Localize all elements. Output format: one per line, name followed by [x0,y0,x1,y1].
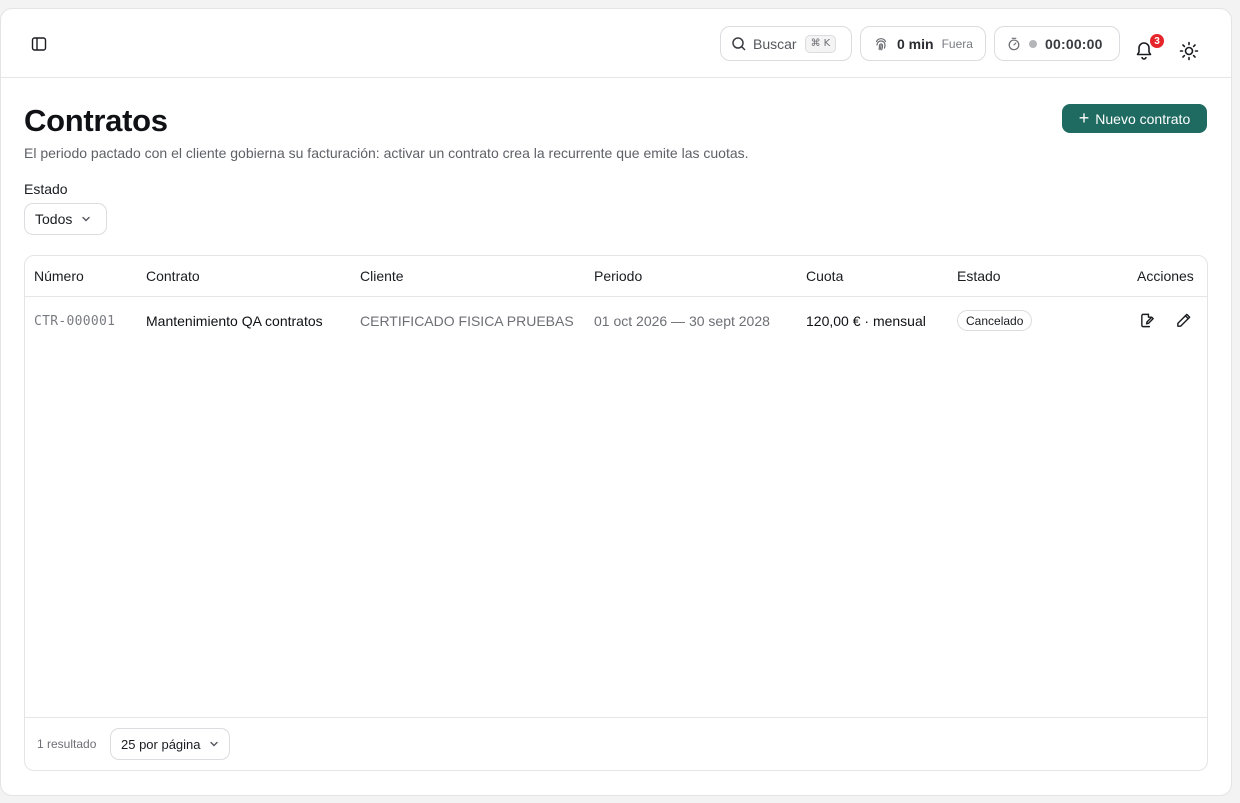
contracts-table: Número Contrato Cliente Periodo Cuota Es… [24,255,1208,771]
shortcut-key: K [823,38,831,49]
notification-count-badge: 3 [1149,33,1165,49]
column-header-cliente[interactable]: Cliente [360,268,404,284]
chevron-down-icon [209,741,218,747]
search-icon [732,36,746,51]
search-label: Buscar [753,35,797,52]
column-header-acciones: Acciones [1137,268,1194,284]
view-document-icon [1141,313,1154,328]
fingerprint-icon [875,37,887,50]
column-header-estado[interactable]: Estado [957,268,1001,284]
plus-icon: + [1078,108,1090,128]
result-count: 1 resultado [37,737,97,751]
pencil-icon [1177,313,1191,327]
table-row[interactable]: CTR-000001 Mantenimiento QA contratos CE… [25,297,1207,345]
column-header-cuota[interactable]: Cuota [806,268,843,284]
page-size-select[interactable]: 25 por página [110,728,230,760]
theme-toggle-button[interactable] [1179,41,1201,63]
command-key-icon: ⌘ [810,38,821,49]
timer-value: 00:00:00 [1045,35,1103,52]
page-title: Contratos [24,103,168,138]
app-window: Buscar ⌘ K 0 min Fuera 00:00:00 3 Contra… [0,8,1232,796]
new-contract-button[interactable]: + Nuevo contrato [1062,104,1207,133]
page-subtitle: El periodo pactado con el cliente gobier… [24,145,749,161]
edit-contract-button[interactable] [1175,312,1193,330]
topbar: Buscar ⌘ K 0 min Fuera 00:00:00 3 [1,9,1231,78]
presence-status: Fuera [941,36,973,51]
status-filter-label: Estado [24,181,68,197]
new-contract-label: Nuevo contrato [1095,110,1191,127]
contract-period: 01 oct 2026 — 30 sept 2028 [594,313,770,329]
search-button[interactable]: Buscar ⌘ K [720,26,852,61]
status-badge: Cancelado [957,310,1033,331]
table-header: Número Contrato Cliente Periodo Cuota Es… [25,256,1207,297]
page-size-value: 25 por página [121,736,201,752]
view-contract-button[interactable] [1139,312,1157,330]
column-header-contrato[interactable]: Contrato [146,268,200,284]
presence-value: 0 min [897,35,934,52]
timer-button[interactable]: 00:00:00 [994,26,1120,61]
column-header-numero[interactable]: Número [34,268,84,284]
presence-button[interactable]: 0 min Fuera [860,26,986,61]
contract-name[interactable]: Mantenimiento QA contratos [146,313,323,329]
sidebar-toggle-icon [31,37,47,51]
table-footer: 1 resultado 25 por página [25,717,1207,770]
contract-client: CERTIFICADO FISICA PRUEBAS [360,313,574,329]
status-filter-select[interactable]: Todos [24,203,107,235]
search-shortcut: ⌘ K [804,34,837,53]
contract-fee: 120,00 € · mensual [806,313,926,329]
stopwatch-icon [1008,37,1020,50]
status-filter-value: Todos [35,211,73,227]
sun-icon [1179,41,1199,61]
chevron-down-icon [82,216,91,222]
column-header-periodo[interactable]: Periodo [594,268,642,284]
sidebar-toggle-button[interactable] [28,33,50,55]
timer-status-dot [1029,39,1037,48]
contract-number: CTR-000001 [34,314,116,329]
